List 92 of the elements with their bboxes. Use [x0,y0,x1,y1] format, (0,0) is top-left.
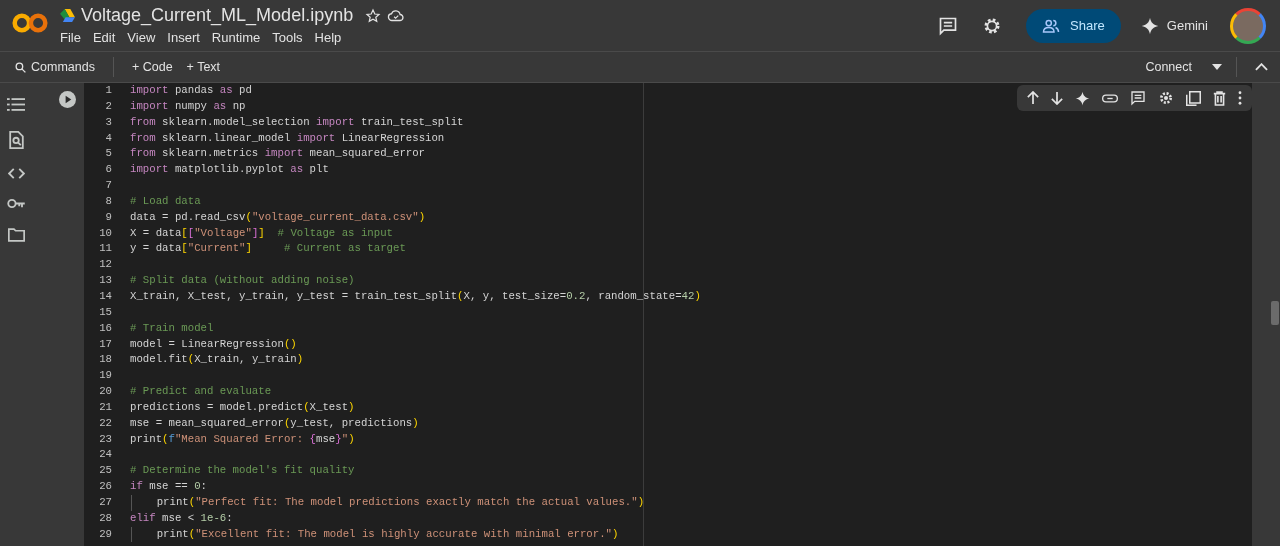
code-icon[interactable] [7,168,25,179]
line-number: 14 [98,288,112,304]
code-line: from sklearn.metrics import mean_squared_error [130,146,426,162]
line-number: 13 [98,273,112,289]
line-number: 12 [98,257,112,273]
code-line: from sklearn.linear_model import LinearRegression [130,130,445,146]
add-cell-button[interactable]: + Text [182,58,225,76]
line-number: 19 [98,368,112,384]
menu-item[interactable]: View [121,29,162,46]
code-line: data = pd.read_csv("voltage_current_data.csv") [130,209,426,225]
menu-item[interactable]: Runtime [205,29,267,46]
code-line: elif mse < 1e-6: [130,510,233,526]
line-number: 22 [98,415,112,431]
code-line: # Split data (without adding noise) [130,273,355,289]
line-number: 17 [98,336,112,352]
star-icon[interactable] [365,7,382,24]
sparkle-icon[interactable] [1075,90,1090,106]
folder-icon[interactable] [7,228,25,242]
line-number: 3 [104,114,112,130]
more-options-icon[interactable] [1238,91,1242,105]
code-line: model.fit(X_train, y_train) [130,352,304,368]
line-number: 11 [98,241,112,257]
avatar[interactable] [1230,7,1266,44]
dropdown-caret-icon[interactable] [1212,64,1222,70]
notebook-title[interactable]: Voltage_Current_ML_Model.ipynb [81,5,354,26]
comment-icon[interactable] [938,15,959,36]
delete-icon[interactable] [1213,90,1226,106]
line-number: 21 [98,399,112,415]
line-number: 28 [98,510,112,526]
add-cell-button[interactable]: + Code [127,58,177,76]
colab-logo-icon[interactable] [12,11,48,34]
arrow-up-icon[interactable] [1027,91,1039,105]
line-number: 25 [98,463,112,479]
line-number: 10 [98,225,112,241]
code-line: from sklearn.model_selection import train_test_split [130,114,464,130]
key-icon[interactable] [6,198,26,209]
line-number: 8 [104,193,112,209]
run-cell-button[interactable] [59,91,76,108]
commands-button[interactable]: Commands [10,58,99,76]
code-line: import matplotlib.pyplot as plt [130,162,329,178]
code-line: # Predict and evaluate [130,384,272,400]
line-number: 9 [104,209,112,225]
link-icon[interactable] [1102,93,1118,103]
code-line: mse = mean_squared_error(y_test, predictions) [130,415,419,431]
menu-item[interactable]: File [54,29,87,46]
menu-item[interactable]: Tools [266,29,309,46]
chevron-up-icon[interactable] [1255,63,1268,71]
code-line: print("Perfect fit: The model predictions exactly match the actual values.") [156,494,645,510]
share-button[interactable]: Share [1026,8,1121,43]
settings-icon[interactable] [1158,90,1174,106]
line-number: 18 [98,352,112,368]
find-icon[interactable] [8,131,24,149]
line-number: 23 [98,431,112,447]
line-number: 16 [98,320,112,336]
mirror-cell-icon[interactable] [1186,90,1201,106]
arrow-down-icon[interactable] [1051,91,1063,105]
table-of-contents-icon[interactable] [7,97,25,112]
code-line: print("Excellent fit: The model is highly accurate with minimal error.") [156,526,619,542]
gemini-button[interactable]: Gemini [1140,16,1208,35]
code-line: predictions = model.predict(X_test) [130,399,355,415]
line-number: 15 [98,304,112,320]
sparkle-icon [1140,16,1159,35]
line-number: 26 [98,479,112,495]
line-number: 2 [104,98,112,114]
code-line: import numpy as np [130,98,246,114]
drive-icon[interactable] [60,9,75,22]
menu-item[interactable]: Help [308,29,348,46]
code-line: print(f"Mean Squared Error: {mse}") [130,431,355,447]
line-number: 6 [104,162,112,178]
menu-item[interactable]: Insert [161,29,206,46]
code-cell[interactable] [84,83,1252,546]
code-line: X_train, X_test, y_train, y_test = train_test_split(X, y, test_size=0.2, random_state=42) [130,288,701,304]
code-line: # Train model [130,320,214,336]
line-number: 20 [98,384,112,400]
code-line: # Determine the model's fit quality [130,463,355,479]
line-number: 4 [104,130,112,146]
line-number: 7 [104,178,112,194]
line-number: 24 [98,447,112,463]
code-line: if mse == 0: [130,479,207,495]
line-number: 29 [98,526,112,542]
code-line: # Load data [130,193,201,209]
line-number: 1 [104,83,112,98]
search-icon [14,60,27,74]
comment-icon[interactable] [1130,90,1146,106]
line-number: 27 [98,494,112,510]
menu-item[interactable]: Edit [86,29,122,46]
line-number: 5 [104,146,112,162]
code-line: model = LinearRegression() [130,336,297,352]
connect-button[interactable]: Connect [1141,58,1196,76]
code-line: import pandas as pd [130,83,252,98]
code-line: X = data[["Voltage"]] # Voltage as input [130,225,393,241]
code-line: y = data["Current"] # Current as target [130,241,406,257]
